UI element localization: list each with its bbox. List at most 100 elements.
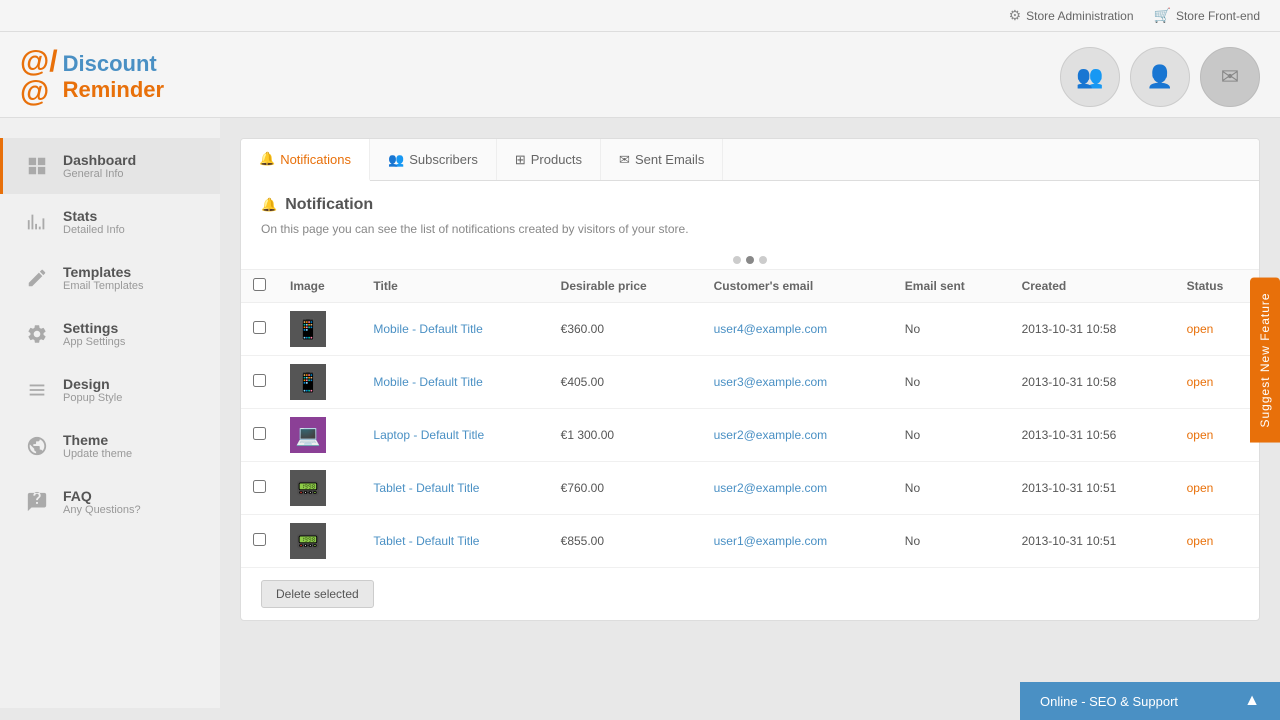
row-status-cell[interactable]: open — [1175, 356, 1259, 409]
dot-3[interactable] — [759, 256, 767, 264]
faq-label: FAQ — [63, 488, 141, 504]
select-all-checkbox[interactable] — [253, 278, 266, 291]
stats-icon — [23, 208, 51, 236]
settings-icon — [23, 320, 51, 348]
users-circle-icon: 👥 — [1076, 64, 1103, 90]
store-admin-label: Store Administration — [1026, 9, 1133, 23]
suggest-feature-button[interactable]: Suggest New Feature — [1250, 277, 1280, 442]
row-checkbox-cell — [241, 462, 278, 515]
settings-sublabel: App Settings — [63, 336, 125, 348]
sidebar-item-settings[interactable]: Settings App Settings — [0, 306, 220, 362]
tab-sent-emails[interactable]: ✉ Sent Emails — [601, 139, 723, 180]
row-checkbox-5[interactable] — [253, 533, 266, 546]
row-title-cell[interactable]: Mobile - Default Title — [361, 303, 548, 356]
products-tab-icon: ⊞ — [515, 152, 526, 168]
cart-icon: 🛒 — [1154, 7, 1171, 24]
templates-icon — [23, 264, 51, 292]
faq-sublabel: Any Questions? — [63, 504, 141, 516]
row-status-cell[interactable]: open — [1175, 409, 1259, 462]
table-row: 📱 Mobile - Default Title €405.00 user3@e… — [241, 356, 1259, 409]
store-frontend-link[interactable]: 🛒 Store Front-end — [1154, 7, 1260, 24]
table-row: 📟 Tablet - Default Title €760.00 user2@e… — [241, 462, 1259, 515]
logo-discount: Discount — [63, 51, 164, 77]
tab-subscribers[interactable]: 👥 Subscribers — [370, 139, 497, 180]
row-email-sent-cell: No — [893, 515, 1010, 568]
theme-label: Theme — [63, 432, 132, 448]
row-email-cell[interactable]: user3@example.com — [702, 356, 893, 409]
row-email-sent-cell: No — [893, 462, 1010, 515]
row-email-sent-cell: No — [893, 356, 1010, 409]
row-title-cell[interactable]: Mobile - Default Title — [361, 356, 548, 409]
logo: @/@ Discount Reminder — [20, 47, 164, 107]
product-image: 📟 — [290, 470, 326, 506]
main-layout: Dashboard General Info Stats Detailed In… — [0, 118, 1280, 708]
row-price-cell: €760.00 — [549, 462, 702, 515]
row-title-cell[interactable]: Tablet - Default Title — [361, 462, 548, 515]
row-email-cell[interactable]: user4@example.com — [702, 303, 893, 356]
product-image: 📟 — [290, 523, 326, 559]
row-status-cell[interactable]: open — [1175, 515, 1259, 568]
templates-sublabel: Email Templates — [63, 280, 144, 292]
table-row: 📱 Mobile - Default Title €360.00 user4@e… — [241, 303, 1259, 356]
email-circle-icon: ✉ — [1221, 64, 1239, 90]
row-created-cell: 2013-10-31 10:58 — [1010, 303, 1175, 356]
sidebar-item-templates[interactable]: Templates Email Templates — [0, 250, 220, 306]
delete-selected-label: Delete selected — [276, 587, 359, 601]
sidebar-item-faq[interactable]: FAQ Any Questions? — [0, 474, 220, 530]
row-checkbox-3[interactable] — [253, 427, 266, 440]
row-created-cell: 2013-10-31 10:51 — [1010, 515, 1175, 568]
sidebar-item-stats[interactable]: Stats Detailed Info — [0, 194, 220, 250]
sidebar-item-theme[interactable]: Theme Update theme — [0, 418, 220, 474]
sidebar-item-dashboard[interactable]: Dashboard General Info — [0, 138, 220, 194]
tab-bar: 🔔 Notifications 👥 Subscribers ⊞ Products… — [241, 139, 1259, 181]
row-image-cell: 📟 — [278, 515, 361, 568]
row-created-cell: 2013-10-31 10:56 — [1010, 409, 1175, 462]
row-price-cell: €1 300.00 — [549, 409, 702, 462]
col-email: Customer's email — [702, 270, 893, 303]
col-status: Status — [1175, 270, 1259, 303]
pagination-dots — [241, 251, 1259, 269]
col-price: Desirable price — [549, 270, 702, 303]
dot-1[interactable] — [733, 256, 741, 264]
seo-bar-arrow: ▲ — [1244, 692, 1260, 710]
row-image-cell: 📱 — [278, 303, 361, 356]
notifications-table: Image Title Desirable price Customer's e… — [241, 269, 1259, 568]
dot-2[interactable] — [746, 256, 754, 264]
tab-subscribers-label: Subscribers — [409, 152, 478, 167]
seo-support-bar[interactable]: Online - SEO & Support ▲ — [1020, 682, 1280, 720]
row-checkbox-cell — [241, 303, 278, 356]
row-status-cell[interactable]: open — [1175, 462, 1259, 515]
row-checkbox-cell — [241, 409, 278, 462]
delete-selected-button[interactable]: Delete selected — [261, 580, 374, 608]
seo-bar-label: Online - SEO & Support — [1040, 694, 1178, 709]
notification-title: Notification — [285, 196, 373, 214]
row-title-cell[interactable]: Laptop - Default Title — [361, 409, 548, 462]
notification-icon: 🔔 — [261, 197, 277, 213]
users-tab-icon: 👥 — [388, 152, 404, 168]
row-email-cell[interactable]: user2@example.com — [702, 462, 893, 515]
header-email-button[interactable]: ✉ — [1200, 47, 1260, 107]
sidebar-item-design[interactable]: Design Popup Style — [0, 362, 220, 418]
design-icon — [23, 376, 51, 404]
theme-icon — [23, 432, 51, 460]
store-admin-link[interactable]: ⚙ Store Administration — [1009, 7, 1134, 24]
row-email-sent-cell: No — [893, 409, 1010, 462]
row-checkbox-1[interactable] — [253, 321, 266, 334]
row-email-cell[interactable]: user2@example.com — [702, 409, 893, 462]
tab-products[interactable]: ⊞ Products — [497, 139, 601, 180]
header-users-button[interactable]: 👥 — [1060, 47, 1120, 107]
logo-reminder: Reminder — [63, 77, 164, 103]
logo-symbol: @/@ — [20, 47, 58, 107]
design-label: Design — [63, 376, 122, 392]
tab-notifications[interactable]: 🔔 Notifications — [241, 139, 370, 181]
row-status-cell[interactable]: open — [1175, 303, 1259, 356]
row-title-cell[interactable]: Tablet - Default Title — [361, 515, 548, 568]
stats-label: Stats — [63, 208, 125, 224]
row-email-cell[interactable]: user1@example.com — [702, 515, 893, 568]
col-email-sent: Email sent — [893, 270, 1010, 303]
row-checkbox-2[interactable] — [253, 374, 266, 387]
tab-notifications-label: Notifications — [280, 152, 351, 167]
admin-icon: ⚙ — [1009, 7, 1022, 24]
header-admin-button[interactable]: 👤 — [1130, 47, 1190, 107]
row-checkbox-4[interactable] — [253, 480, 266, 493]
